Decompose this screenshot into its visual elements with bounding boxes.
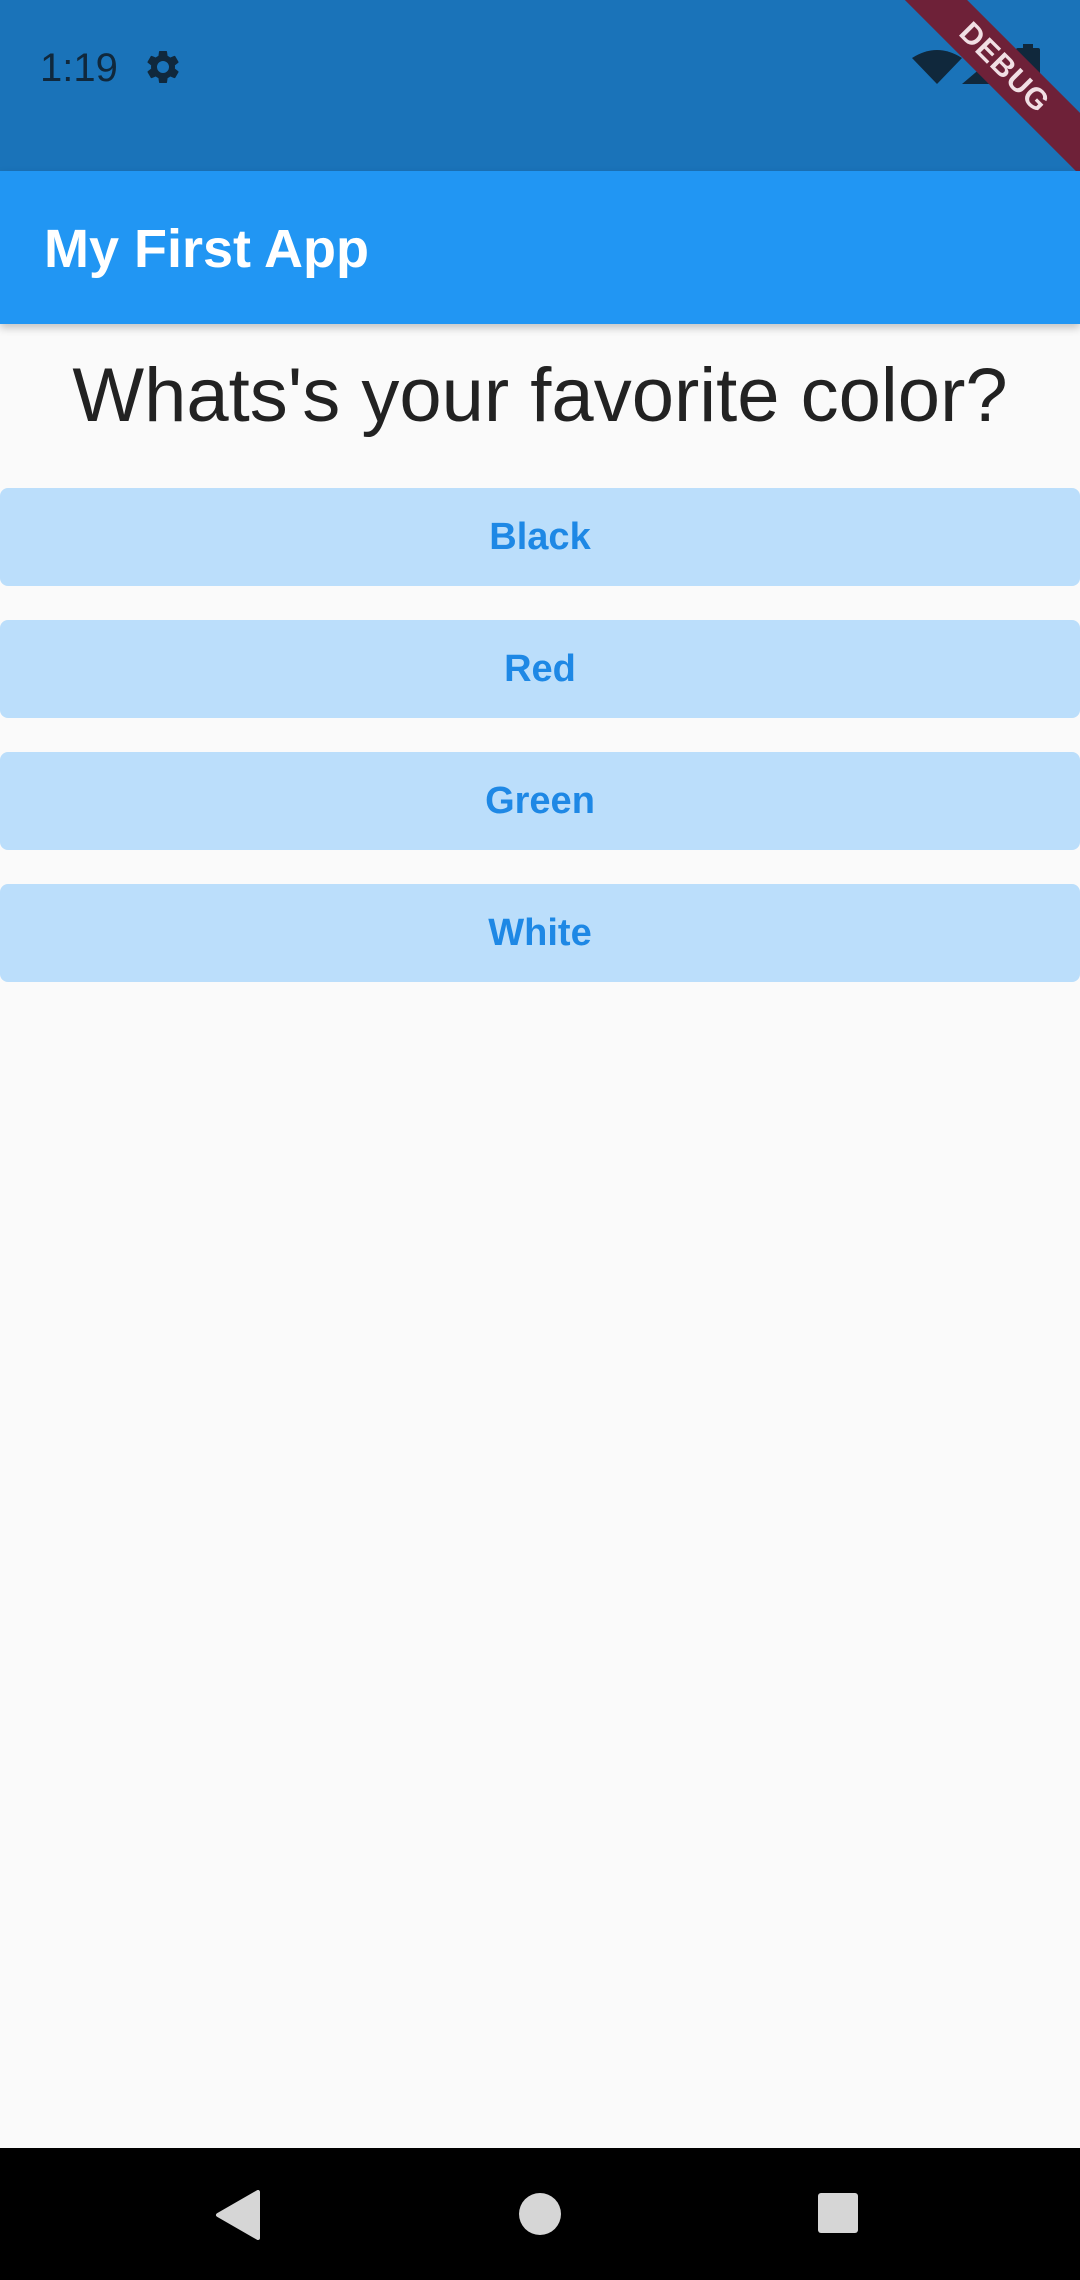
recents-icon[interactable] <box>817 2192 859 2234</box>
answer-button-green[interactable]: Green <box>0 752 1080 850</box>
app-title: My First App <box>44 219 370 279</box>
question-text: Whats's your favorite color? <box>72 353 1008 438</box>
answer-button-red[interactable]: Red <box>0 620 1080 718</box>
wifi-icon <box>912 50 962 84</box>
back-icon[interactable] <box>214 2190 262 2240</box>
gear-icon <box>147 50 179 83</box>
status-time: 1:19 <box>40 46 118 90</box>
debug-banner: DEBUG <box>880 0 1080 200</box>
signal-icon <box>962 50 1002 84</box>
app-bar: My First App <box>0 171 1080 324</box>
status-bar: 1:19 DEBUG <box>0 0 1080 183</box>
navigation-bar <box>0 2148 1080 2280</box>
answer-button-black[interactable]: Black <box>0 488 1080 586</box>
answer-button-white[interactable]: White <box>0 884 1080 982</box>
home-icon[interactable] <box>518 2192 562 2236</box>
app-screen: 1:19 DEBUG My First App Whats's your fav… <box>0 0 1080 2280</box>
debug-label: DEBUG <box>889 0 1080 183</box>
battery-icon <box>1016 44 1040 86</box>
